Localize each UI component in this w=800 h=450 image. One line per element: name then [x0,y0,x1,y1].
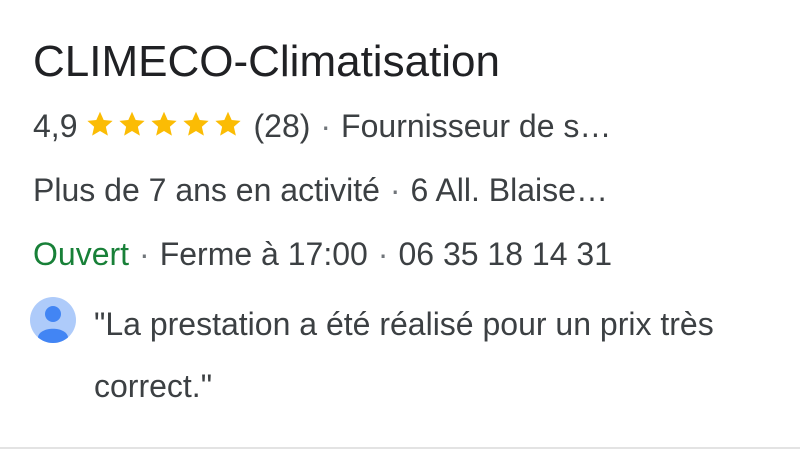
star-icon [181,109,211,139]
rating-value: 4,9 [33,108,78,144]
business-address: 6 All. Blaise… [410,172,608,208]
avatar [30,297,76,343]
star-icon [149,109,179,139]
closing-time: Ferme à 17:00 [159,236,368,272]
separator-dot: · [389,172,401,208]
years-in-business: Plus de 7 ans en activité [33,172,380,208]
separator-dot: · [377,236,389,272]
person-icon [38,306,68,343]
business-name[interactable]: CLIMECO-Climatisation [33,34,500,90]
rating-row: 4,9 (28) · Fournisseur de s… [33,106,611,148]
hours-row: Ouvert · Ferme à 17:00 · 06 35 18 14 31 [33,234,612,274]
phone-number[interactable]: 06 35 18 14 31 [398,236,612,272]
separator-dot: · [139,236,150,272]
star-icon [85,109,115,139]
star-icon [213,109,243,139]
open-status: Ouvert [33,236,130,272]
business-category: Fournisseur de s… [341,108,612,144]
separator-dot: · [320,108,332,144]
business-card[interactable]: CLIMECO-Climatisation 4,9 (28) · Fournisse… [0,0,800,449]
review-count[interactable]: (28) [253,108,310,144]
info-row: Plus de 7 ans en activité · 6 All. Blaise… [33,170,608,210]
star-icon [117,109,147,139]
review-text: "La prestation a été réalisé pour un pri… [94,306,714,404]
star-rating [85,108,245,148]
